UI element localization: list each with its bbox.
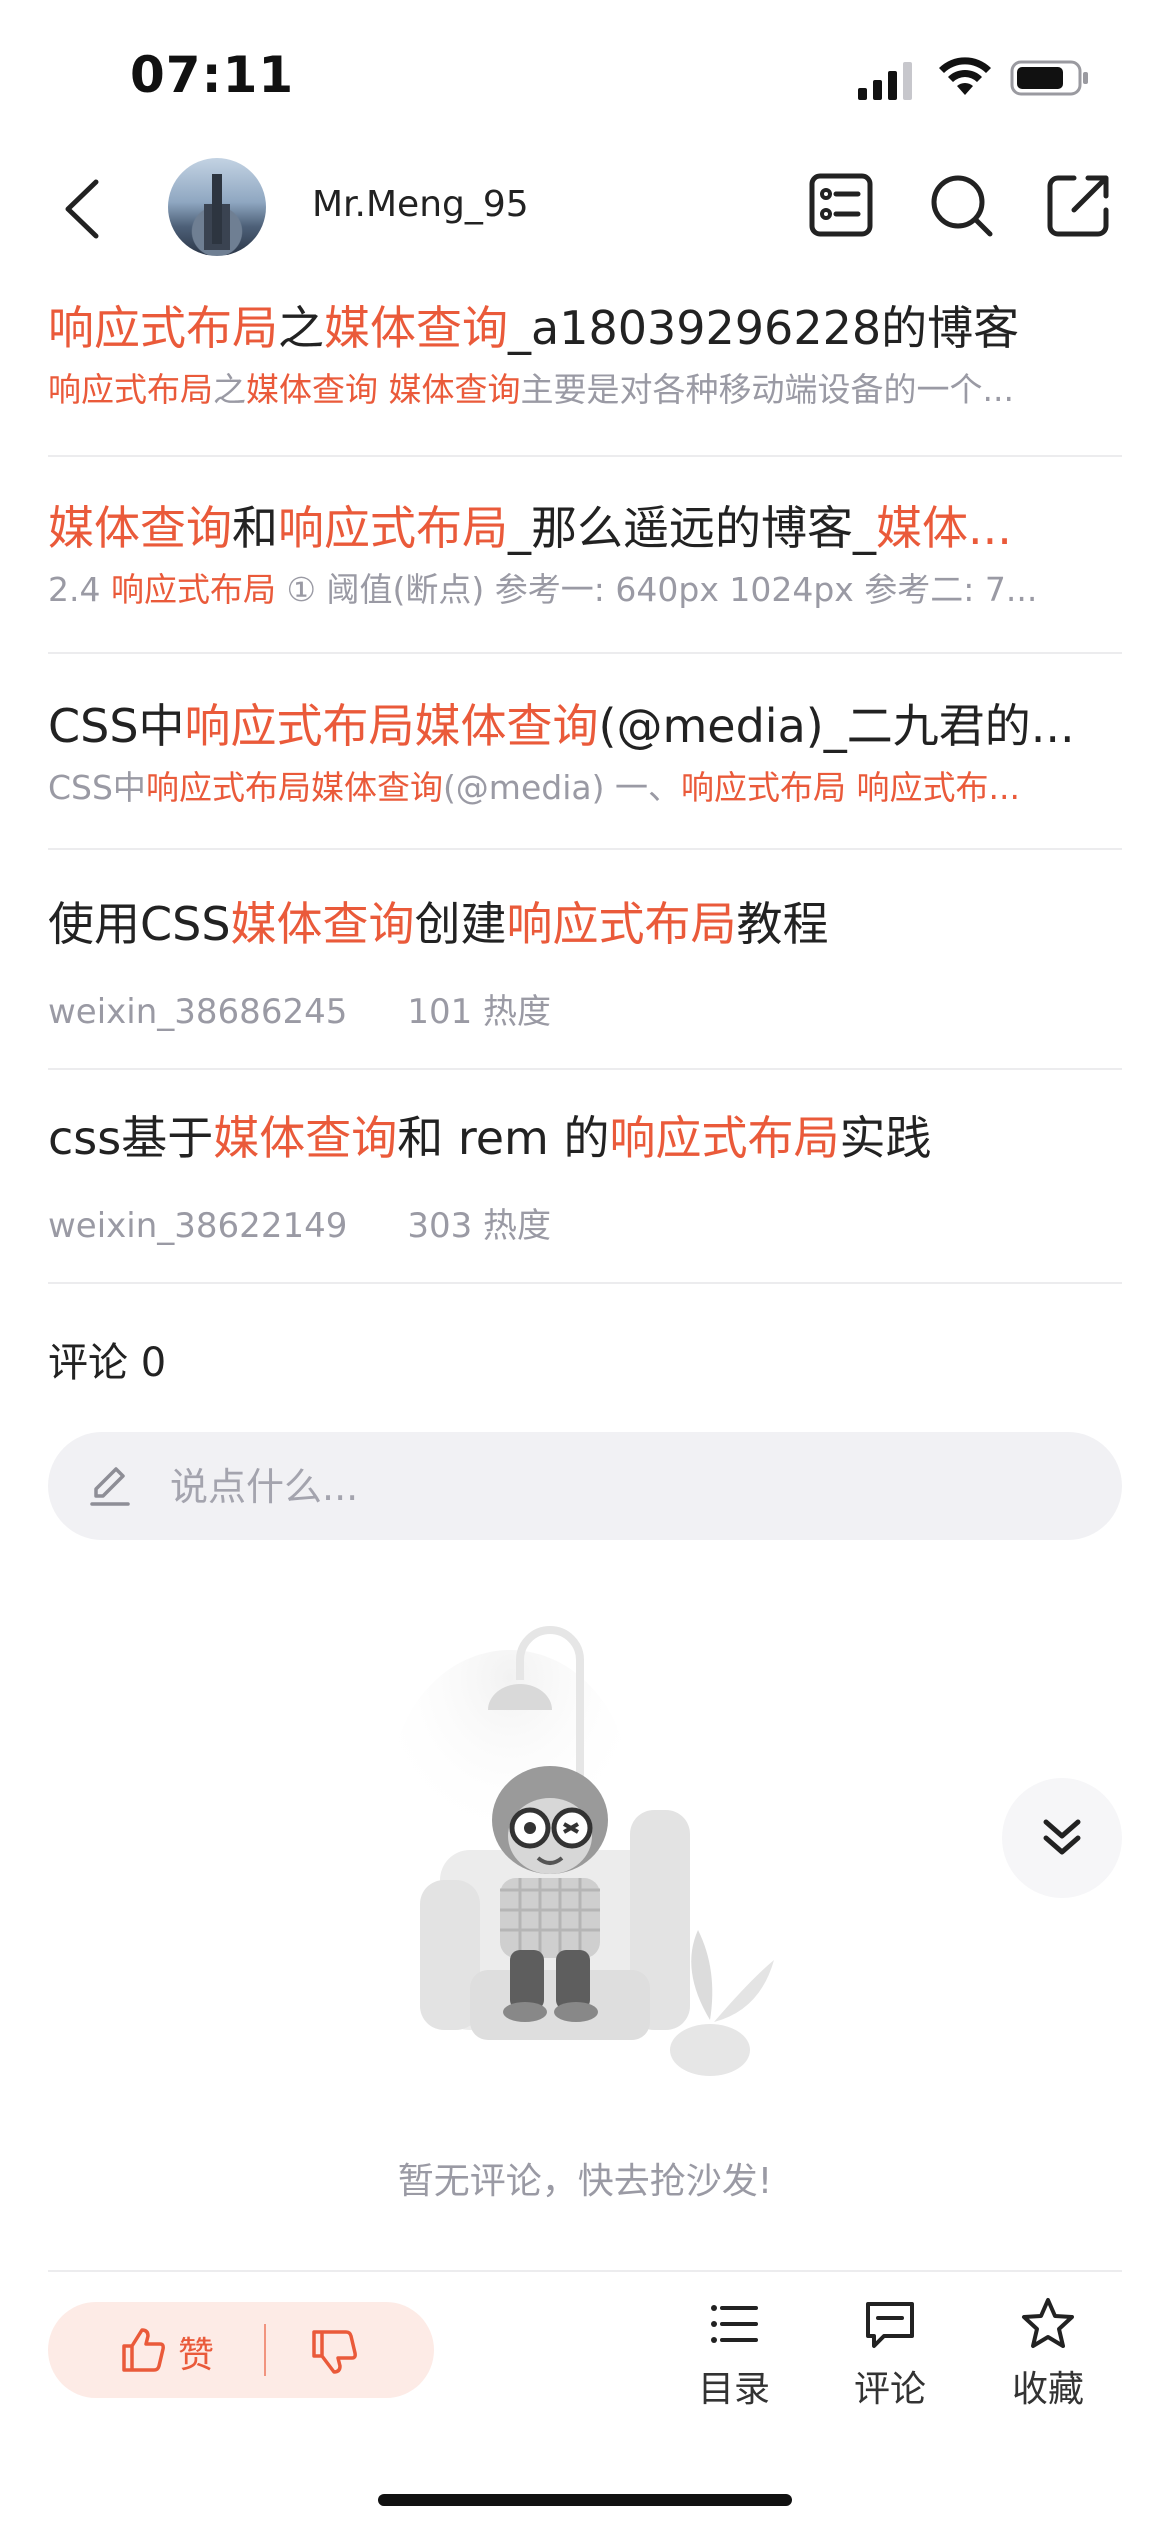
- pen-icon: [90, 1467, 130, 1506]
- highlight-text: 媒体查询: [246, 370, 378, 409]
- star-icon: [1022, 2298, 1074, 2348]
- highlight-text: 媒体查询: [388, 370, 521, 409]
- text-segment: [378, 370, 389, 409]
- thumbs-down-icon[interactable]: [310, 2328, 358, 2376]
- text-segment: 2.4: [48, 570, 111, 609]
- item-snippet: 2.4 响应式布局 ① 阈值(断点) 参考一: 640px 1024px 参考二…: [48, 568, 1122, 612]
- highlight-text: 响应式布局: [278, 501, 508, 555]
- item-meta: weixin_38686245 101 热度: [48, 984, 1122, 1033]
- highlight-text: 媒体查询: [324, 301, 508, 355]
- highlight-text: 媒体查询: [230, 897, 415, 951]
- back-icon[interactable]: [58, 176, 104, 242]
- text-segment: (@media)_二九君的...: [598, 699, 1075, 753]
- text-segment: [846, 768, 857, 807]
- item-author: weixin_38686245: [48, 992, 348, 1032]
- item-heat: 303 热度: [407, 1206, 552, 1246]
- item-snippet: CSS中响应式布局媒体查询(@media) 一、响应式布局 响应式布...: [48, 766, 1122, 810]
- empty-comments-illustration: [390, 1626, 774, 2076]
- highlight-text: 响应式布局: [506, 897, 737, 951]
- item-title: CSS中响应式布局媒体查询(@media)_二九君的...: [48, 696, 1122, 756]
- item-title: 响应式布局之媒体查询_a18039296228的博客: [48, 298, 1122, 358]
- item-snippet: 响应式布局之媒体查询 媒体查询主要是对各种移动端设备的一个...: [48, 368, 1122, 412]
- comment-label: 评论: [853, 2369, 926, 2410]
- comment-input[interactable]: [168, 1454, 1072, 1520]
- cellular-signal-icon: [858, 62, 912, 100]
- highlight-text: 响应式布局: [110, 570, 276, 609]
- comment-icon: [866, 2302, 914, 2348]
- text-segment: CSS中: [48, 699, 185, 753]
- text-segment: 之: [213, 370, 246, 409]
- text-segment: 创建: [414, 897, 507, 951]
- text-segment: 教程: [736, 897, 829, 951]
- highlight-text: 响应式布局: [48, 370, 213, 409]
- text-segment: CSS中: [48, 768, 146, 807]
- favorite-label: 收藏: [1011, 2369, 1084, 2410]
- text-segment: 之: [278, 301, 324, 355]
- highlight-text: 媒体查询: [213, 1111, 398, 1165]
- list-item[interactable]: 媒体查询和响应式布局_那么遥远的博客_媒体... 2.4 响应式布局 ① 阈值(…: [48, 498, 1122, 612]
- highlight-text: 响应式布...: [856, 768, 1020, 807]
- toc-button[interactable]: 目录: [674, 2296, 794, 2412]
- divider: [48, 652, 1122, 654]
- status-time: 07:11: [130, 46, 295, 104]
- empty-comments-text: 暂无评论，快去抢沙发!: [397, 2161, 773, 2202]
- share-icon[interactable]: [1044, 170, 1114, 240]
- double-chevron-down-icon: [1043, 1819, 1081, 1855]
- battery-icon: [1010, 60, 1088, 96]
- item-title: 使用CSS媒体查询创建响应式布局教程: [48, 894, 1122, 954]
- wifi-icon: [939, 57, 991, 95]
- highlight-text: 响应式布局媒体查询: [184, 699, 599, 753]
- text-segment: _a18039296228的博客: [508, 301, 1020, 355]
- search-icon[interactable]: [926, 170, 996, 240]
- text-segment: 和: [232, 501, 278, 555]
- text-segment: ① 阈值(断点) 参考一: 640px 1024px 参考二: 7...: [275, 570, 1038, 609]
- avatar[interactable]: [168, 158, 266, 256]
- text-segment: 实践: [839, 1111, 932, 1165]
- highlight-text: 响应式布局: [609, 1111, 840, 1165]
- toc-label: 目录: [697, 2369, 770, 2410]
- item-meta: weixin_38622149 303 热度: [48, 1198, 1122, 1247]
- divider: [48, 1282, 1122, 1284]
- list-item[interactable]: CSS中响应式布局媒体查询(@media)_二九君的... CSS中响应式布局媒…: [48, 696, 1122, 810]
- comment-button[interactable]: 评论: [830, 2296, 950, 2412]
- text-segment: css基于: [48, 1111, 214, 1165]
- comments-count-label: 评论 0: [48, 1340, 167, 1386]
- favorite-button[interactable]: 收藏: [988, 2296, 1108, 2412]
- highlight-text: 媒体查询: [48, 501, 232, 555]
- text-segment: 主要是对各种移动端设备的一个...: [520, 370, 1014, 409]
- author-username[interactable]: Mr.Meng_95: [312, 184, 529, 225]
- highlight-text: 响应式布局: [48, 301, 278, 355]
- list-item[interactable]: 响应式布局之媒体查询_a18039296228的博客 响应式布局之媒体查询 媒体…: [48, 298, 1122, 412]
- highlight-text: 响应式布局媒体查询: [145, 768, 443, 807]
- item-title: 媒体查询和响应式布局_那么遥远的博客_媒体...: [48, 498, 1122, 558]
- scroll-down-button[interactable]: [1002, 1778, 1122, 1898]
- item-author: weixin_38622149: [48, 1206, 348, 1246]
- text-segment: (@media) 一、: [442, 768, 681, 807]
- like-dislike-pill: 赞: [48, 2302, 434, 2398]
- thumbs-up-icon[interactable]: [118, 2326, 166, 2374]
- text-segment: 和 rem 的: [397, 1111, 610, 1165]
- item-title: css基于媒体查询和 rem 的响应式布局实践: [48, 1108, 1122, 1168]
- list-item[interactable]: css基于媒体查询和 rem 的响应式布局实践 weixin_38622149 3…: [48, 1108, 1122, 1247]
- divider: [48, 1068, 1122, 1070]
- text-segment: 使用CSS: [48, 897, 231, 951]
- text-segment: _那么遥远的博客_: [508, 501, 876, 555]
- home-indicator[interactable]: [378, 2494, 792, 2506]
- item-heat: 101 热度: [407, 992, 552, 1032]
- list-item[interactable]: 使用CSS媒体查询创建响应式布局教程 weixin_38686245 101 热度: [48, 894, 1122, 1033]
- divider: [48, 848, 1122, 850]
- like-button-label[interactable]: 赞: [178, 2326, 214, 2378]
- divider: [48, 2270, 1122, 2272]
- pill-separator: [264, 2324, 266, 2376]
- list-icon: [711, 2305, 758, 2343]
- divider: [48, 455, 1122, 457]
- outline-list-icon[interactable]: [806, 170, 876, 240]
- comment-input-box[interactable]: [48, 1432, 1122, 1540]
- highlight-text: 响应式布局: [680, 768, 846, 807]
- highlight-text: 媒体...: [876, 501, 1012, 555]
